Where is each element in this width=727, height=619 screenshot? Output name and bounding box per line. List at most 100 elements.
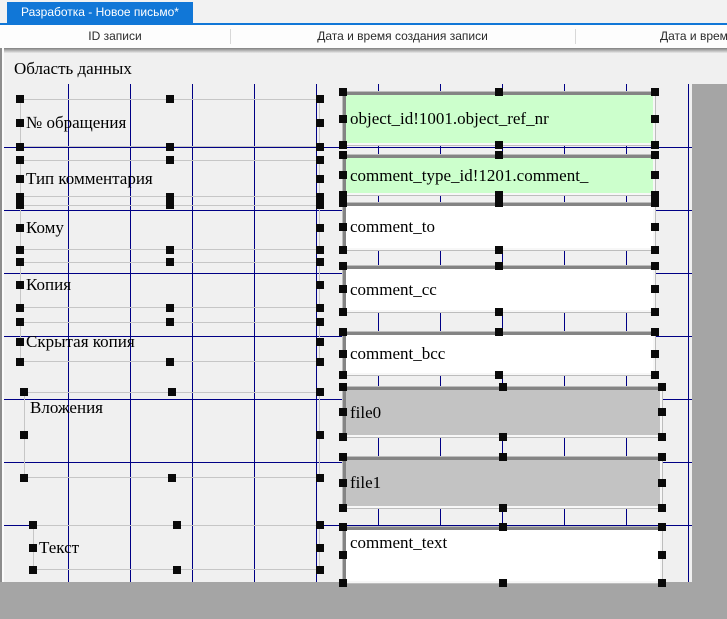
- selection-handle[interactable]: [495, 308, 503, 316]
- selection-handle[interactable]: [166, 246, 174, 254]
- selection-handle[interactable]: [166, 193, 174, 201]
- selection-handle[interactable]: [166, 318, 174, 326]
- selection-handle[interactable]: [658, 504, 666, 512]
- selection-handle[interactable]: [339, 433, 347, 441]
- selection-handle[interactable]: [339, 551, 347, 559]
- selection-handle[interactable]: [499, 504, 507, 512]
- selection-handle[interactable]: [16, 95, 24, 103]
- selection-handle[interactable]: [168, 474, 176, 482]
- selection-handle[interactable]: [16, 119, 24, 127]
- selection-handle[interactable]: [316, 388, 324, 396]
- selection-handle[interactable]: [316, 224, 324, 232]
- selection-handle[interactable]: [339, 191, 347, 199]
- selection-handle[interactable]: [495, 262, 503, 270]
- selection-handle[interactable]: [16, 258, 24, 266]
- selection-handle[interactable]: [166, 358, 174, 366]
- selection-handle[interactable]: [651, 171, 659, 179]
- selection-handle[interactable]: [499, 383, 507, 391]
- selection-handle[interactable]: [495, 141, 503, 149]
- selection-handle[interactable]: [651, 88, 659, 96]
- selection-handle[interactable]: [16, 318, 24, 326]
- selection-handle[interactable]: [658, 579, 666, 587]
- selection-handle[interactable]: [339, 383, 347, 391]
- selection-handle[interactable]: [16, 304, 24, 312]
- selection-handle[interactable]: [651, 328, 659, 336]
- selection-handle[interactable]: [658, 383, 666, 391]
- selection-handle[interactable]: [173, 566, 181, 574]
- label-bcc[interactable]: Скрытая копия: [20, 322, 320, 362]
- selection-handle[interactable]: [495, 151, 503, 159]
- field-comment-type[interactable]: comment_type_id!1201.comment_: [343, 155, 655, 195]
- selection-handle[interactable]: [339, 262, 347, 270]
- selection-handle[interactable]: [316, 358, 324, 366]
- selection-handle[interactable]: [339, 151, 347, 159]
- selection-handle[interactable]: [316, 474, 324, 482]
- field-comment-cc[interactable]: comment_cc: [343, 266, 655, 312]
- selection-handle[interactable]: [166, 143, 174, 151]
- label-cc[interactable]: Копия: [20, 262, 320, 308]
- label-to[interactable]: Кому: [20, 205, 320, 250]
- selection-handle[interactable]: [316, 193, 324, 201]
- selection-handle[interactable]: [495, 191, 503, 199]
- selection-handle[interactable]: [173, 521, 181, 529]
- selection-handle[interactable]: [316, 143, 324, 151]
- selection-handle[interactable]: [495, 199, 503, 207]
- selection-handle[interactable]: [651, 191, 659, 199]
- selection-handle[interactable]: [16, 201, 24, 209]
- selection-handle[interactable]: [651, 350, 659, 358]
- selection-handle[interactable]: [316, 521, 324, 529]
- selection-handle[interactable]: [339, 328, 347, 336]
- selection-handle[interactable]: [651, 246, 659, 254]
- label-request-number[interactable]: № обращения: [20, 99, 320, 147]
- selection-handle[interactable]: [339, 223, 347, 231]
- selection-handle[interactable]: [316, 431, 324, 439]
- field-file0[interactable]: file0: [343, 387, 662, 437]
- selection-handle[interactable]: [316, 544, 324, 552]
- selection-handle[interactable]: [166, 304, 174, 312]
- selection-handle[interactable]: [316, 175, 324, 183]
- selection-handle[interactable]: [316, 304, 324, 312]
- selection-handle[interactable]: [658, 479, 666, 487]
- selection-handle[interactable]: [316, 119, 324, 127]
- selection-handle[interactable]: [499, 453, 507, 461]
- selection-handle[interactable]: [339, 141, 347, 149]
- selection-handle[interactable]: [316, 95, 324, 103]
- selection-handle[interactable]: [339, 523, 347, 531]
- selection-handle[interactable]: [316, 258, 324, 266]
- selection-handle[interactable]: [339, 246, 347, 254]
- selection-handle[interactable]: [29, 544, 37, 552]
- selection-handle[interactable]: [166, 156, 174, 164]
- field-comment-text[interactable]: comment_text: [343, 527, 662, 583]
- selection-handle[interactable]: [495, 328, 503, 336]
- selection-handle[interactable]: [16, 193, 24, 201]
- selection-handle[interactable]: [168, 388, 176, 396]
- selection-handle[interactable]: [339, 371, 347, 379]
- selection-handle[interactable]: [339, 350, 347, 358]
- selection-handle[interactable]: [316, 156, 324, 164]
- selection-handle[interactable]: [499, 433, 507, 441]
- label-text[interactable]: Текст: [33, 525, 320, 570]
- selection-handle[interactable]: [166, 95, 174, 103]
- selection-handle[interactable]: [16, 224, 24, 232]
- selection-handle[interactable]: [499, 523, 507, 531]
- selection-handle[interactable]: [339, 504, 347, 512]
- selection-handle[interactable]: [339, 308, 347, 316]
- selection-handle[interactable]: [166, 201, 174, 209]
- field-comment-to[interactable]: comment_to: [343, 203, 655, 250]
- selection-handle[interactable]: [16, 281, 24, 289]
- selection-handle[interactable]: [16, 175, 24, 183]
- selection-handle[interactable]: [20, 388, 28, 396]
- selection-handle[interactable]: [316, 246, 324, 254]
- selection-handle[interactable]: [339, 199, 347, 207]
- selection-handle[interactable]: [20, 474, 28, 482]
- selection-handle[interactable]: [339, 579, 347, 587]
- selection-handle[interactable]: [316, 281, 324, 289]
- selection-handle[interactable]: [651, 308, 659, 316]
- selection-handle[interactable]: [20, 431, 28, 439]
- selection-handle[interactable]: [651, 223, 659, 231]
- selection-handle[interactable]: [658, 433, 666, 441]
- selection-handle[interactable]: [651, 262, 659, 270]
- selection-handle[interactable]: [339, 171, 347, 179]
- selection-handle[interactable]: [658, 408, 666, 416]
- selection-handle[interactable]: [651, 371, 659, 379]
